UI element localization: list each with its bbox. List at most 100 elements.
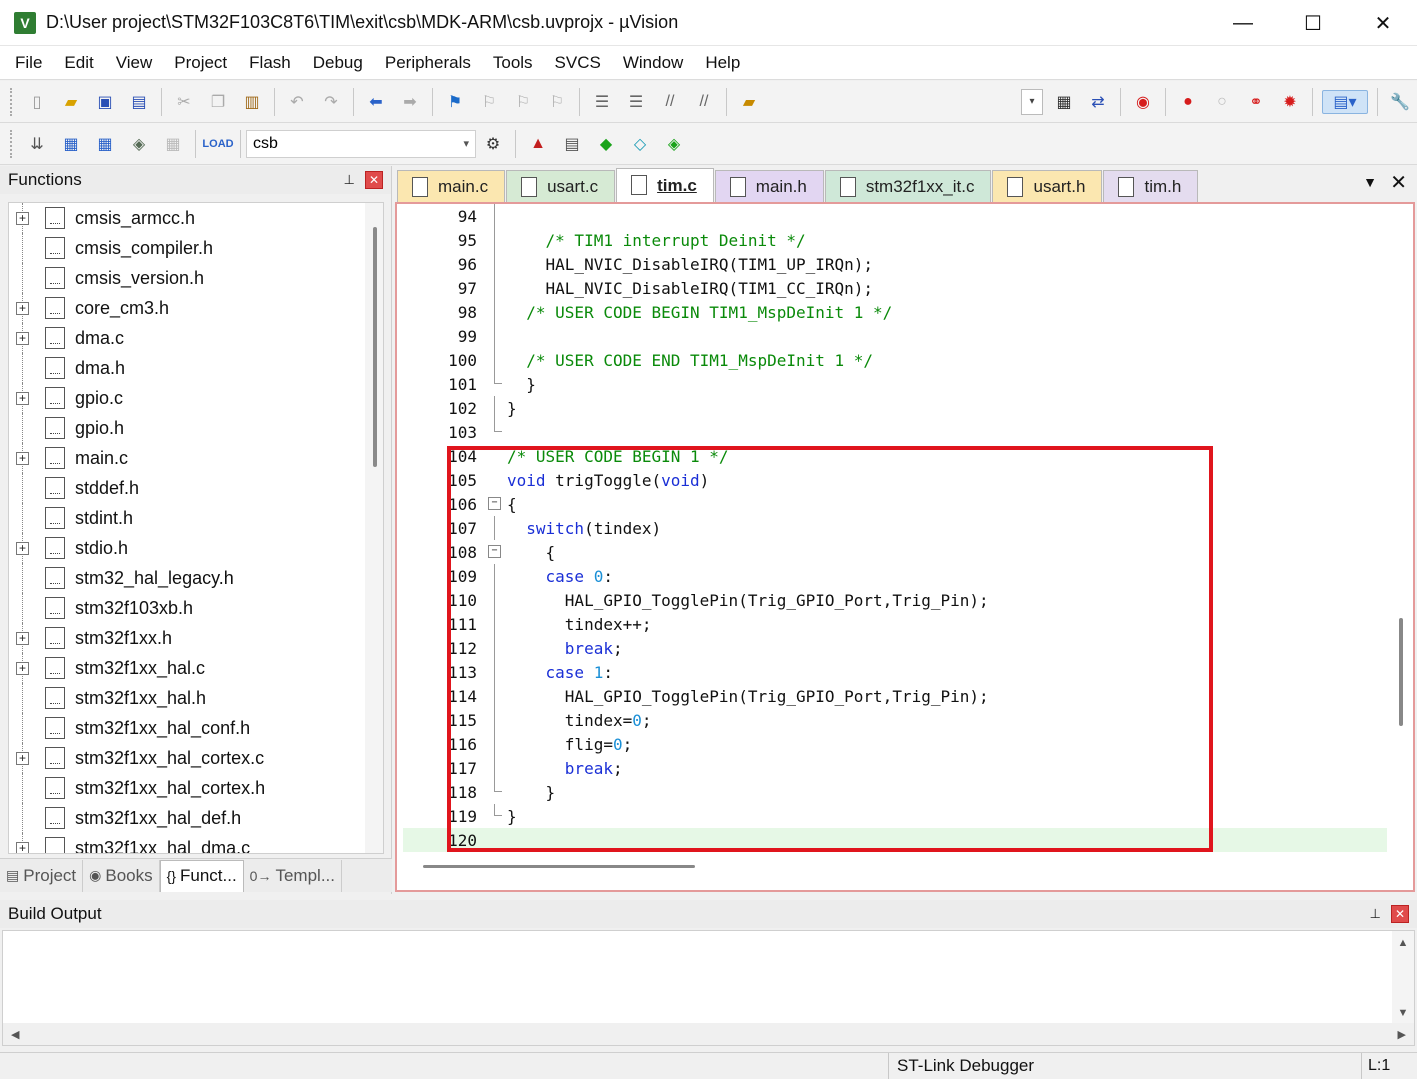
- tree-scrollbar[interactable]: [365, 203, 383, 853]
- cut-icon[interactable]: ✂: [171, 90, 197, 114]
- scroll-down-icon[interactable]: ▼: [1398, 1007, 1409, 1019]
- file-tab-usart-h[interactable]: usart.h: [992, 170, 1103, 202]
- toolbar-grip[interactable]: [10, 129, 14, 158]
- code-line[interactable]: 114 HAL_GPIO_TogglePin(Trig_GPIO_Port,Tr…: [403, 684, 1387, 708]
- collapse-minus-icon[interactable]: −: [488, 497, 501, 510]
- code-editor[interactable]: 94 95 /* TIM1 interrupt Deinit */96 HAL_N…: [403, 204, 1387, 852]
- code-line[interactable]: 106−{: [403, 492, 1387, 516]
- collapse-minus-icon[interactable]: −: [488, 545, 501, 558]
- menu-project[interactable]: Project: [163, 53, 238, 73]
- expand-plus-icon[interactable]: +: [16, 751, 29, 765]
- indent-icon[interactable]: ☰: [589, 90, 615, 114]
- code-line[interactable]: 107 switch(tindex): [403, 516, 1387, 540]
- expand-plus-icon[interactable]: +: [16, 541, 29, 555]
- expand-plus-icon[interactable]: +: [16, 451, 29, 465]
- code-line[interactable]: 116 flig=0;: [403, 732, 1387, 756]
- code-line[interactable]: 119}: [403, 804, 1387, 828]
- code-line[interactable]: 112 break;: [403, 636, 1387, 660]
- panel-tab-project[interactable]: ▤ Project: [0, 859, 84, 892]
- close-panel-button[interactable]: ✕: [365, 171, 383, 189]
- tree-item[interactable]: stm32_hal_legacy.h: [9, 563, 383, 593]
- stop-build-icon[interactable]: ▦: [160, 132, 186, 156]
- unindent-icon[interactable]: ☰: [623, 90, 649, 114]
- expand-plus-icon[interactable]: +: [16, 211, 29, 225]
- file-tab-usart-c[interactable]: usart.c: [506, 170, 616, 202]
- code-line[interactable]: 110 HAL_GPIO_TogglePin(Trig_GPIO_Port,Tr…: [403, 588, 1387, 612]
- copy-icon[interactable]: ❐: [205, 90, 231, 114]
- tree-item[interactable]: + stdio.h: [9, 533, 383, 563]
- scroll-right-icon[interactable]: ▶: [1398, 1028, 1406, 1041]
- file-tab-tim-h[interactable]: tim.h: [1103, 170, 1199, 202]
- tree-item[interactable]: dma.h: [9, 353, 383, 383]
- expand-plus-icon[interactable]: +: [16, 661, 29, 675]
- menu-edit[interactable]: Edit: [53, 53, 104, 73]
- window-layout-icon[interactable]: ▤▾: [1322, 89, 1368, 114]
- code-line[interactable]: 118 }: [403, 780, 1387, 804]
- menu-tools[interactable]: Tools: [482, 53, 544, 73]
- build-icon[interactable]: ▦: [58, 132, 84, 156]
- menu-debug[interactable]: Debug: [302, 53, 374, 73]
- menu-help[interactable]: Help: [694, 53, 751, 73]
- find-in-files-icon[interactable]: ▰: [736, 90, 762, 114]
- code-line[interactable]: 103: [403, 420, 1387, 444]
- tree-item[interactable]: + stm32f1xx.h: [9, 623, 383, 653]
- download-load-icon[interactable]: LOAD: [202, 132, 233, 156]
- expand-plus-icon[interactable]: +: [16, 841, 29, 853]
- replace-icon[interactable]: ⇄: [1085, 90, 1111, 114]
- disable-all-breakpoints-icon[interactable]: ⚭: [1243, 90, 1269, 114]
- tree-item[interactable]: stdint.h: [9, 503, 383, 533]
- code-line[interactable]: 97 HAL_NVIC_DisableIRQ(TIM1_CC_IRQn);: [403, 276, 1387, 300]
- build-horizontal-scrollbar[interactable]: ◀ ▶: [3, 1023, 1414, 1045]
- tree-item[interactable]: cmsis_version.h: [9, 263, 383, 293]
- tree-scroll-thumb[interactable]: [373, 227, 377, 467]
- pack-installer-icon[interactable]: ◇: [627, 132, 653, 156]
- build-vertical-scrollbar[interactable]: ▲ ▼: [1392, 931, 1414, 1025]
- editor-horizontal-scrollbar[interactable]: [397, 856, 1413, 876]
- configure-icon[interactable]: 🔧: [1387, 90, 1413, 114]
- close-tab-button[interactable]: ✕: [1390, 170, 1407, 195]
- find-combo[interactable]: ▾: [1021, 88, 1043, 115]
- code-line[interactable]: 117 break;: [403, 756, 1387, 780]
- expand-plus-icon[interactable]: +: [16, 301, 29, 315]
- code-line[interactable]: 115 tindex=0;: [403, 708, 1387, 732]
- menu-window[interactable]: Window: [612, 53, 694, 73]
- tab-list-dropdown[interactable]: ▼: [1363, 174, 1377, 190]
- code-line[interactable]: 113 case 1:: [403, 660, 1387, 684]
- editor-horizontal-scroll-thumb[interactable]: [423, 865, 695, 868]
- code-line[interactable]: 101 }: [403, 372, 1387, 396]
- expand-plus-icon[interactable]: +: [16, 331, 29, 345]
- code-line[interactable]: 120: [403, 828, 1387, 852]
- tree-item[interactable]: + dma.c: [9, 323, 383, 353]
- manage-project-items-icon[interactable]: ▲: [525, 132, 551, 156]
- tree-item[interactable]: stm32f1xx_hal.h: [9, 683, 383, 713]
- menu-svcs[interactable]: SVCS: [544, 53, 612, 73]
- code-line[interactable]: 96 HAL_NVIC_DisableIRQ(TIM1_UP_IRQn);: [403, 252, 1387, 276]
- code-line[interactable]: 100 /* USER CODE END TIM1_MspDeInit 1 */: [403, 348, 1387, 372]
- scroll-left-icon[interactable]: ◀: [11, 1028, 19, 1041]
- comment-icon[interactable]: //: [657, 90, 683, 114]
- code-line[interactable]: 99: [403, 324, 1387, 348]
- tree-item[interactable]: stddef.h: [9, 473, 383, 503]
- tree-item[interactable]: cmsis_compiler.h: [9, 233, 383, 263]
- undo-icon[interactable]: ↶: [284, 90, 310, 114]
- pin-icon[interactable]: ⊥: [1370, 906, 1381, 922]
- translate-icon[interactable]: ⇊: [24, 132, 50, 156]
- component-icon[interactable]: ◈: [661, 132, 687, 156]
- rebuild-icon[interactable]: ▦: [92, 132, 118, 156]
- code-line[interactable]: 98 /* USER CODE BEGIN TIM1_MspDeInit 1 *…: [403, 300, 1387, 324]
- menu-view[interactable]: View: [105, 53, 164, 73]
- code-line[interactable]: 94: [403, 204, 1387, 228]
- editor-vertical-scroll-thumb[interactable]: [1399, 618, 1403, 726]
- close-window-button[interactable]: ✕: [1348, 0, 1417, 46]
- bookmark-clear-icon[interactable]: ⚐: [544, 90, 570, 114]
- incremental-find-icon[interactable]: ▦: [1051, 90, 1077, 114]
- tree-item[interactable]: stm32f1xx_hal_conf.h: [9, 713, 383, 743]
- expand-plus-icon[interactable]: +: [16, 391, 29, 405]
- new-file-icon[interactable]: ▯: [24, 90, 50, 114]
- bookmark-next-icon[interactable]: ⚐: [510, 90, 536, 114]
- disable-breakpoint-icon[interactable]: ○: [1209, 90, 1235, 114]
- tree-item[interactable]: + stm32f1xx_hal.c: [9, 653, 383, 683]
- navigate-back-icon[interactable]: ⬅: [363, 90, 389, 114]
- save-all-icon[interactable]: ▤: [126, 90, 152, 114]
- file-tab-stm32f1xx-it-c[interactable]: stm32f1xx_it.c: [824, 170, 992, 202]
